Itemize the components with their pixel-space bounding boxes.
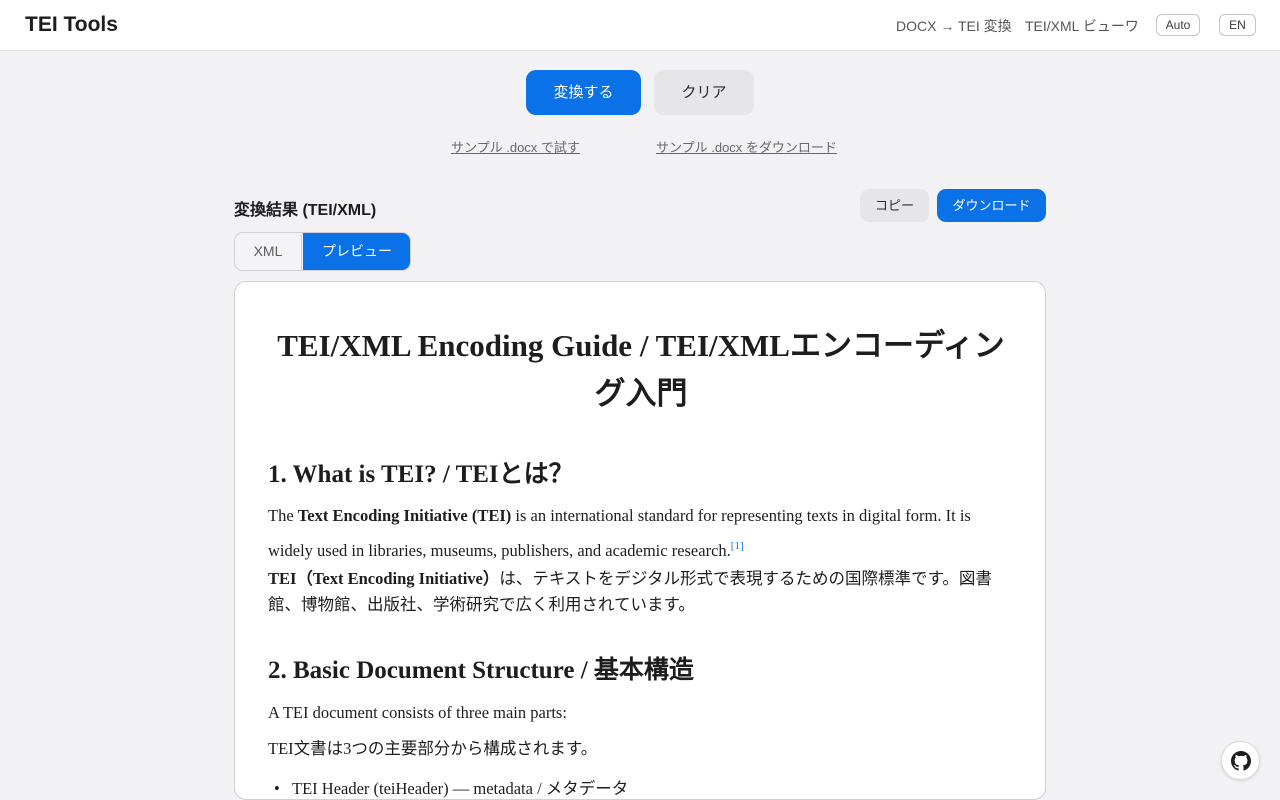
structure-list: • TEI Header (teiHeader) — metadata / メタデ… [274,775,628,799]
preview-panel[interactable]: TEI/XML Encoding Guide / TEI/XMLエンコーディング… [234,281,1046,800]
top-navigation-bar: TEI Tools DOCX → TEI 変換 TEI/XML ビューワ Aut… [0,0,1280,51]
bold-term: Text Encoding Initiative (TEI) [297,506,512,525]
bullet-icon: • [274,779,280,798]
section-heading-what-is-tei: 1. What is TEI? / TEIとは？ [268,461,574,488]
copy-button[interactable]: コピー [860,189,929,222]
clear-button[interactable]: クリア [654,70,754,115]
download-sample-docx-link[interactable]: サンプル .docx をダウンロード [656,137,837,156]
document-title: TEI/XML Encoding Guide / TEI/XMLエンコーディング… [277,328,1005,411]
footnote-link[interactable]: [1] [731,540,744,552]
bold-term: TEI（Text Encoding Initiative） [268,569,500,588]
tab-preview[interactable]: プレビュー [303,233,410,270]
list-item-text: TEI Header (teiHeader) — metadata / メタデー… [292,779,629,798]
list-item: • TEI Header (teiHeader) — metadata / メタデ… [274,775,628,799]
brand-title[interactable]: TEI Tools [25,13,118,37]
paragraph-tei-japanese: TEI（Text Encoding Initiative）は、テキストをデジタル… [268,566,1018,618]
try-sample-docx-link[interactable]: サンプル .docx で試す [451,137,580,156]
github-button[interactable] [1221,741,1260,780]
paragraph-structure-japanese: TEI文書は3つの主要部分から構成されます。 [268,739,598,758]
github-icon [1231,751,1251,771]
convert-button[interactable]: 変換する [526,70,641,115]
paragraph-text: The [268,506,298,525]
paragraph-tei-english: The Text Encoding Initiative (TEI) is an… [268,501,1018,566]
tab-xml[interactable]: XML [235,233,302,270]
result-section-title: 変換結果 (TEI/XML) [234,202,377,219]
nav-docx-to-tei[interactable]: DOCX → TEI 変換 [896,16,1012,36]
paragraph-structure-english: A TEI document consists of three main pa… [268,703,567,722]
section-heading-basic-structure: 2. Basic Document Structure / 基本構造 [268,657,694,684]
language-toggle-button[interactable]: EN [1219,14,1256,36]
theme-toggle-button[interactable]: Auto [1156,14,1200,36]
view-tabs: XML プレビュー [234,232,411,271]
nav-tei-xml-viewer[interactable]: TEI/XML ビューワ [1025,16,1139,36]
download-button[interactable]: ダウンロード [937,189,1046,222]
